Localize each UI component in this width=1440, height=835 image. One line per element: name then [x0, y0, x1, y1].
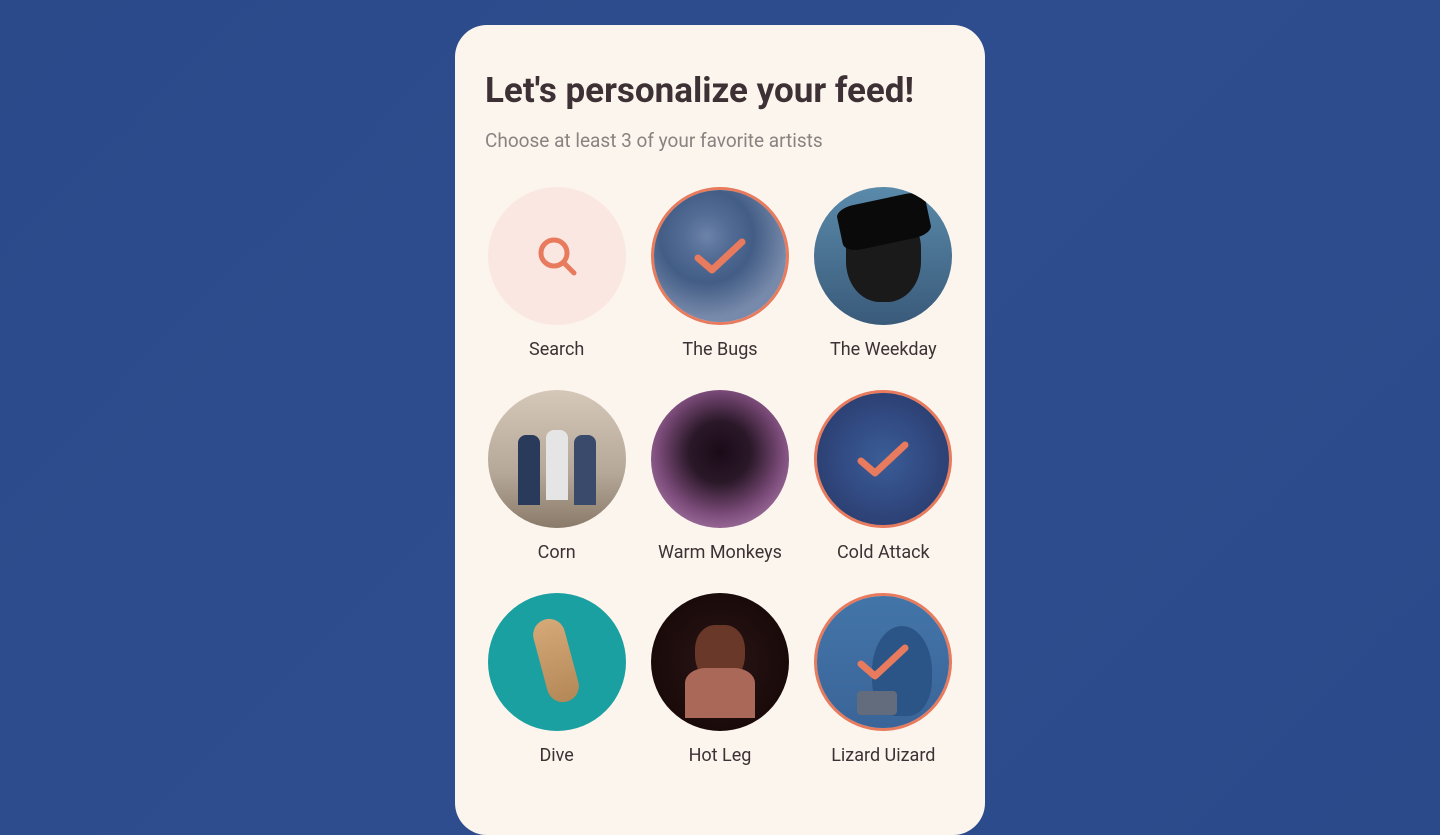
artist-tile-hotleg[interactable]: Hot Leg: [648, 593, 791, 766]
page-subtitle: Choose at least 3 of your favorite artis…: [485, 129, 955, 152]
artist-avatar: [488, 593, 626, 731]
artist-tile-dive[interactable]: Dive: [485, 593, 628, 766]
artist-tile-cold[interactable]: Cold Attack: [812, 390, 955, 563]
artist-grid: Search The Bugs The Weekday Corn: [485, 187, 955, 766]
tile-label: Lizard Uizard: [831, 745, 935, 766]
artist-image: [814, 187, 952, 325]
check-icon: [692, 236, 748, 276]
artist-tile-monkeys[interactable]: Warm Monkeys: [648, 390, 791, 563]
onboarding-card: Let's personalize your feed! Choose at l…: [455, 25, 985, 835]
artist-avatar: [814, 187, 952, 325]
check-icon: [855, 439, 911, 479]
tile-label: Corn: [538, 542, 576, 563]
artist-tile-weekday[interactable]: The Weekday: [812, 187, 955, 360]
tile-label: Hot Leg: [689, 745, 752, 766]
artist-image: [488, 390, 626, 528]
search-circle: [488, 187, 626, 325]
artist-avatar: [651, 593, 789, 731]
artist-image: [488, 593, 626, 731]
artist-avatar: [814, 593, 952, 731]
artist-tile-corn[interactable]: Corn: [485, 390, 628, 563]
artist-tile-bugs[interactable]: The Bugs: [648, 187, 791, 360]
artist-image: [651, 593, 789, 731]
artist-avatar: [651, 390, 789, 528]
search-icon: [533, 232, 581, 280]
artist-avatar: [651, 187, 789, 325]
search-tile[interactable]: Search: [485, 187, 628, 360]
tile-label: The Bugs: [682, 339, 757, 360]
page-title: Let's personalize your feed!: [485, 70, 955, 111]
artist-avatar: [488, 390, 626, 528]
tile-label: Search: [529, 339, 584, 360]
check-icon: [855, 642, 911, 682]
tile-label: Warm Monkeys: [658, 542, 782, 563]
tile-label: Dive: [539, 745, 573, 766]
tile-label: Cold Attack: [837, 542, 930, 563]
tile-label: The Weekday: [830, 339, 937, 360]
artist-avatar: [814, 390, 952, 528]
artist-tile-lizard[interactable]: Lizard Uizard: [812, 593, 955, 766]
artist-image: [651, 390, 789, 528]
